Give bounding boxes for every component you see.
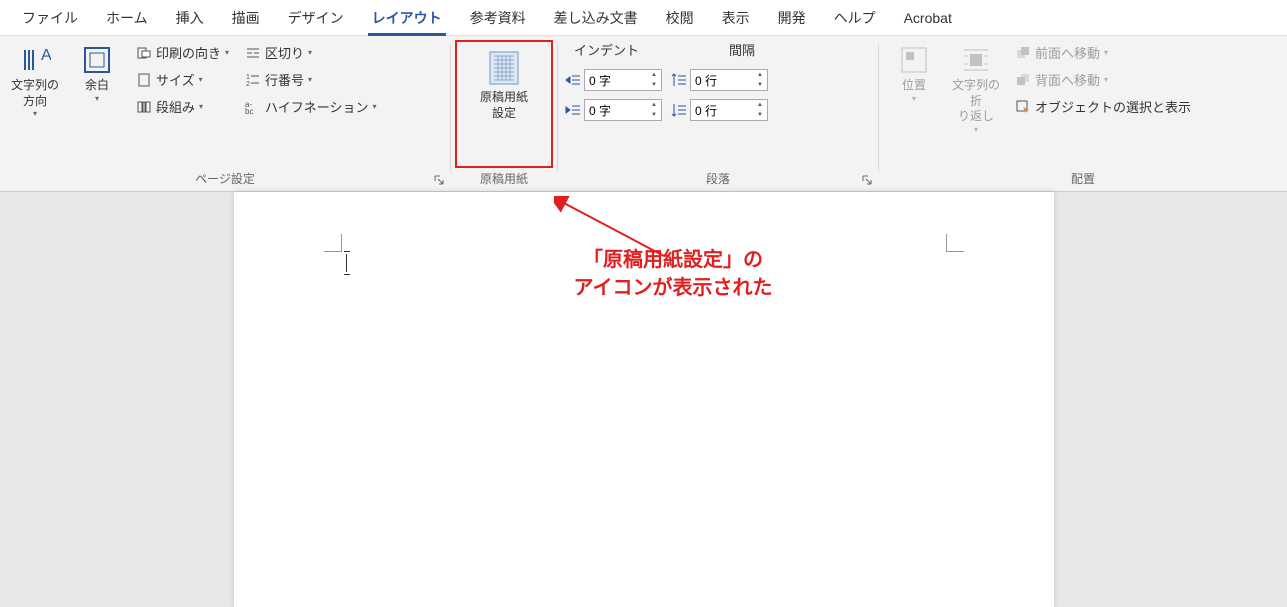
send-backward-icon <box>1015 72 1031 88</box>
columns-icon <box>136 99 152 115</box>
size-button[interactable]: サイズ▾ <box>130 67 235 92</box>
line-numbers-button[interactable]: 12行番号▾ <box>239 67 383 92</box>
spacing-after-icon <box>670 102 688 118</box>
spacing-heading: 間隔 <box>729 40 755 59</box>
spinner-up[interactable]: ▲ <box>647 100 661 110</box>
ribbon: A 文字列の 方向 ▾ 余白 ▾ 印刷の向き▾ サイズ▾ 段組み▾ 区切り▾ 1… <box>0 36 1287 192</box>
spacing-before-control[interactable]: 0 行▲▼ <box>670 69 768 91</box>
tab-developer[interactable]: 開発 <box>764 0 820 36</box>
tab-draw[interactable]: 描画 <box>218 0 274 36</box>
manuscript-settings-button[interactable]: 原稿用紙設定 <box>459 44 549 125</box>
indent-left-control[interactable]: 0 字▲▼ <box>564 69 662 91</box>
spinner-down[interactable]: ▼ <box>753 80 767 90</box>
chevron-down-icon: ▾ <box>308 48 312 57</box>
svg-text:A: A <box>41 47 51 64</box>
chevron-down-icon: ▾ <box>974 125 978 134</box>
bring-forward-icon <box>1015 45 1031 61</box>
spinner-down[interactable]: ▼ <box>647 110 661 120</box>
send-backward-button: 背面へ移動▾ <box>1009 67 1197 92</box>
bring-forward-button: 前面へ移動▾ <box>1009 40 1197 65</box>
group-label-manuscript: 原稿用紙 <box>457 168 551 191</box>
line-numbers-icon: 12 <box>245 72 261 88</box>
chevron-down-icon: ▾ <box>912 94 916 103</box>
columns-button[interactable]: 段組み▾ <box>130 94 235 119</box>
group-label-paragraph: 段落 <box>564 168 872 191</box>
group-arrange: 位置 ▾ 文字列の折 り返し ▾ 前面へ移動▾ 背面へ移動▾ オブジェクトの選択… <box>879 36 1287 191</box>
text-direction-label: 文字列の 方向 <box>11 78 59 109</box>
document-page[interactable]: 「原稿用紙設定」の アイコンが表示された <box>234 192 1054 607</box>
group-manuscript: 原稿用紙設定 原稿用紙 <box>451 36 557 191</box>
selection-pane-icon <box>1015 99 1031 115</box>
chevron-down-icon: ▾ <box>1104 75 1108 84</box>
tab-review[interactable]: 校閲 <box>652 0 708 36</box>
tab-references[interactable]: 参考資料 <box>456 0 540 36</box>
group-label-arrange: 配置 <box>885 168 1281 191</box>
tab-view[interactable]: 表示 <box>708 0 764 36</box>
spinner-down[interactable]: ▼ <box>647 80 661 90</box>
hyphenation-button[interactable]: a-bcハイフネーション▾ <box>239 94 383 119</box>
chevron-down-icon: ▾ <box>373 102 377 111</box>
indent-right-icon <box>564 102 582 118</box>
tab-help[interactable]: ヘルプ <box>820 0 890 36</box>
orientation-icon <box>136 45 152 61</box>
chevron-down-icon: ▾ <box>225 48 229 57</box>
chevron-down-icon: ▾ <box>33 109 37 118</box>
group-label-page-setup: ページ設定 <box>6 168 444 191</box>
orientation-button[interactable]: 印刷の向き▾ <box>130 40 235 65</box>
selection-pane-button[interactable]: オブジェクトの選択と表示 <box>1009 94 1197 119</box>
manuscript-icon <box>484 48 524 88</box>
breaks-icon <box>245 45 261 61</box>
group-page-setup: A 文字列の 方向 ▾ 余白 ▾ 印刷の向き▾ サイズ▾ 段組み▾ 区切り▾ 1… <box>0 36 450 191</box>
wrap-text-icon <box>960 44 992 76</box>
spacing-after-control[interactable]: 0 行▲▼ <box>670 99 768 121</box>
margins-icon <box>81 44 113 76</box>
chevron-down-icon: ▾ <box>199 75 203 84</box>
margin-corner-icon <box>946 234 964 252</box>
position-button: 位置 ▾ <box>885 40 943 168</box>
spacing-before-icon <box>670 72 688 88</box>
annotation-highlight-box: 原稿用紙設定 <box>455 40 553 168</box>
wrap-text-button: 文字列の折 り返し ▾ <box>947 40 1005 168</box>
hyphenation-icon: a-bc <box>245 99 261 115</box>
size-icon <box>136 72 152 88</box>
chevron-down-icon: ▾ <box>308 75 312 84</box>
chevron-down-icon: ▾ <box>1104 48 1108 57</box>
chevron-down-icon: ▾ <box>199 102 203 111</box>
svg-text:2: 2 <box>246 81 250 88</box>
tab-acrobat[interactable]: Acrobat <box>890 0 966 36</box>
text-direction-icon: A <box>19 44 51 76</box>
annotation-text: 「原稿用紙設定」の アイコンが表示された <box>574 246 773 302</box>
text-cursor-icon <box>346 254 348 272</box>
spinner-up[interactable]: ▲ <box>753 100 767 110</box>
spinner-down[interactable]: ▼ <box>753 110 767 120</box>
document-area: 「原稿用紙設定」の アイコンが表示された <box>0 192 1287 607</box>
indent-heading: インデント <box>574 40 639 59</box>
margins-button[interactable]: 余白 ▾ <box>68 40 126 168</box>
position-icon <box>898 44 930 76</box>
chevron-down-icon: ▾ <box>95 94 99 103</box>
tab-file[interactable]: ファイル <box>8 0 92 36</box>
text-direction-button[interactable]: A 文字列の 方向 ▾ <box>6 40 64 168</box>
page-setup-launcher[interactable] <box>432 173 446 187</box>
indent-left-icon <box>564 72 582 88</box>
tab-design[interactable]: デザイン <box>274 0 358 36</box>
spinner-up[interactable]: ▲ <box>753 70 767 80</box>
margin-corner-icon <box>324 234 342 252</box>
paragraph-launcher[interactable] <box>860 173 874 187</box>
spinner-up[interactable]: ▲ <box>647 70 661 80</box>
indent-right-control[interactable]: 0 字▲▼ <box>564 99 662 121</box>
tab-home[interactable]: ホーム <box>92 0 162 36</box>
breaks-button[interactable]: 区切り▾ <box>239 40 383 65</box>
tab-layout[interactable]: レイアウト <box>358 0 456 36</box>
svg-text:bc: bc <box>245 107 253 115</box>
tab-insert[interactable]: 挿入 <box>162 0 218 36</box>
group-paragraph: インデント 間隔 0 字▲▼ 0 行▲▼ 0 字▲▼ <box>558 36 878 191</box>
margins-label: 余白 <box>85 78 109 94</box>
ribbon-tabs: ファイル ホーム 挿入 描画 デザイン レイアウト 参考資料 差し込み文書 校閲… <box>0 0 1287 36</box>
svg-text:1: 1 <box>246 74 250 81</box>
tab-mailings[interactable]: 差し込み文書 <box>540 0 652 36</box>
